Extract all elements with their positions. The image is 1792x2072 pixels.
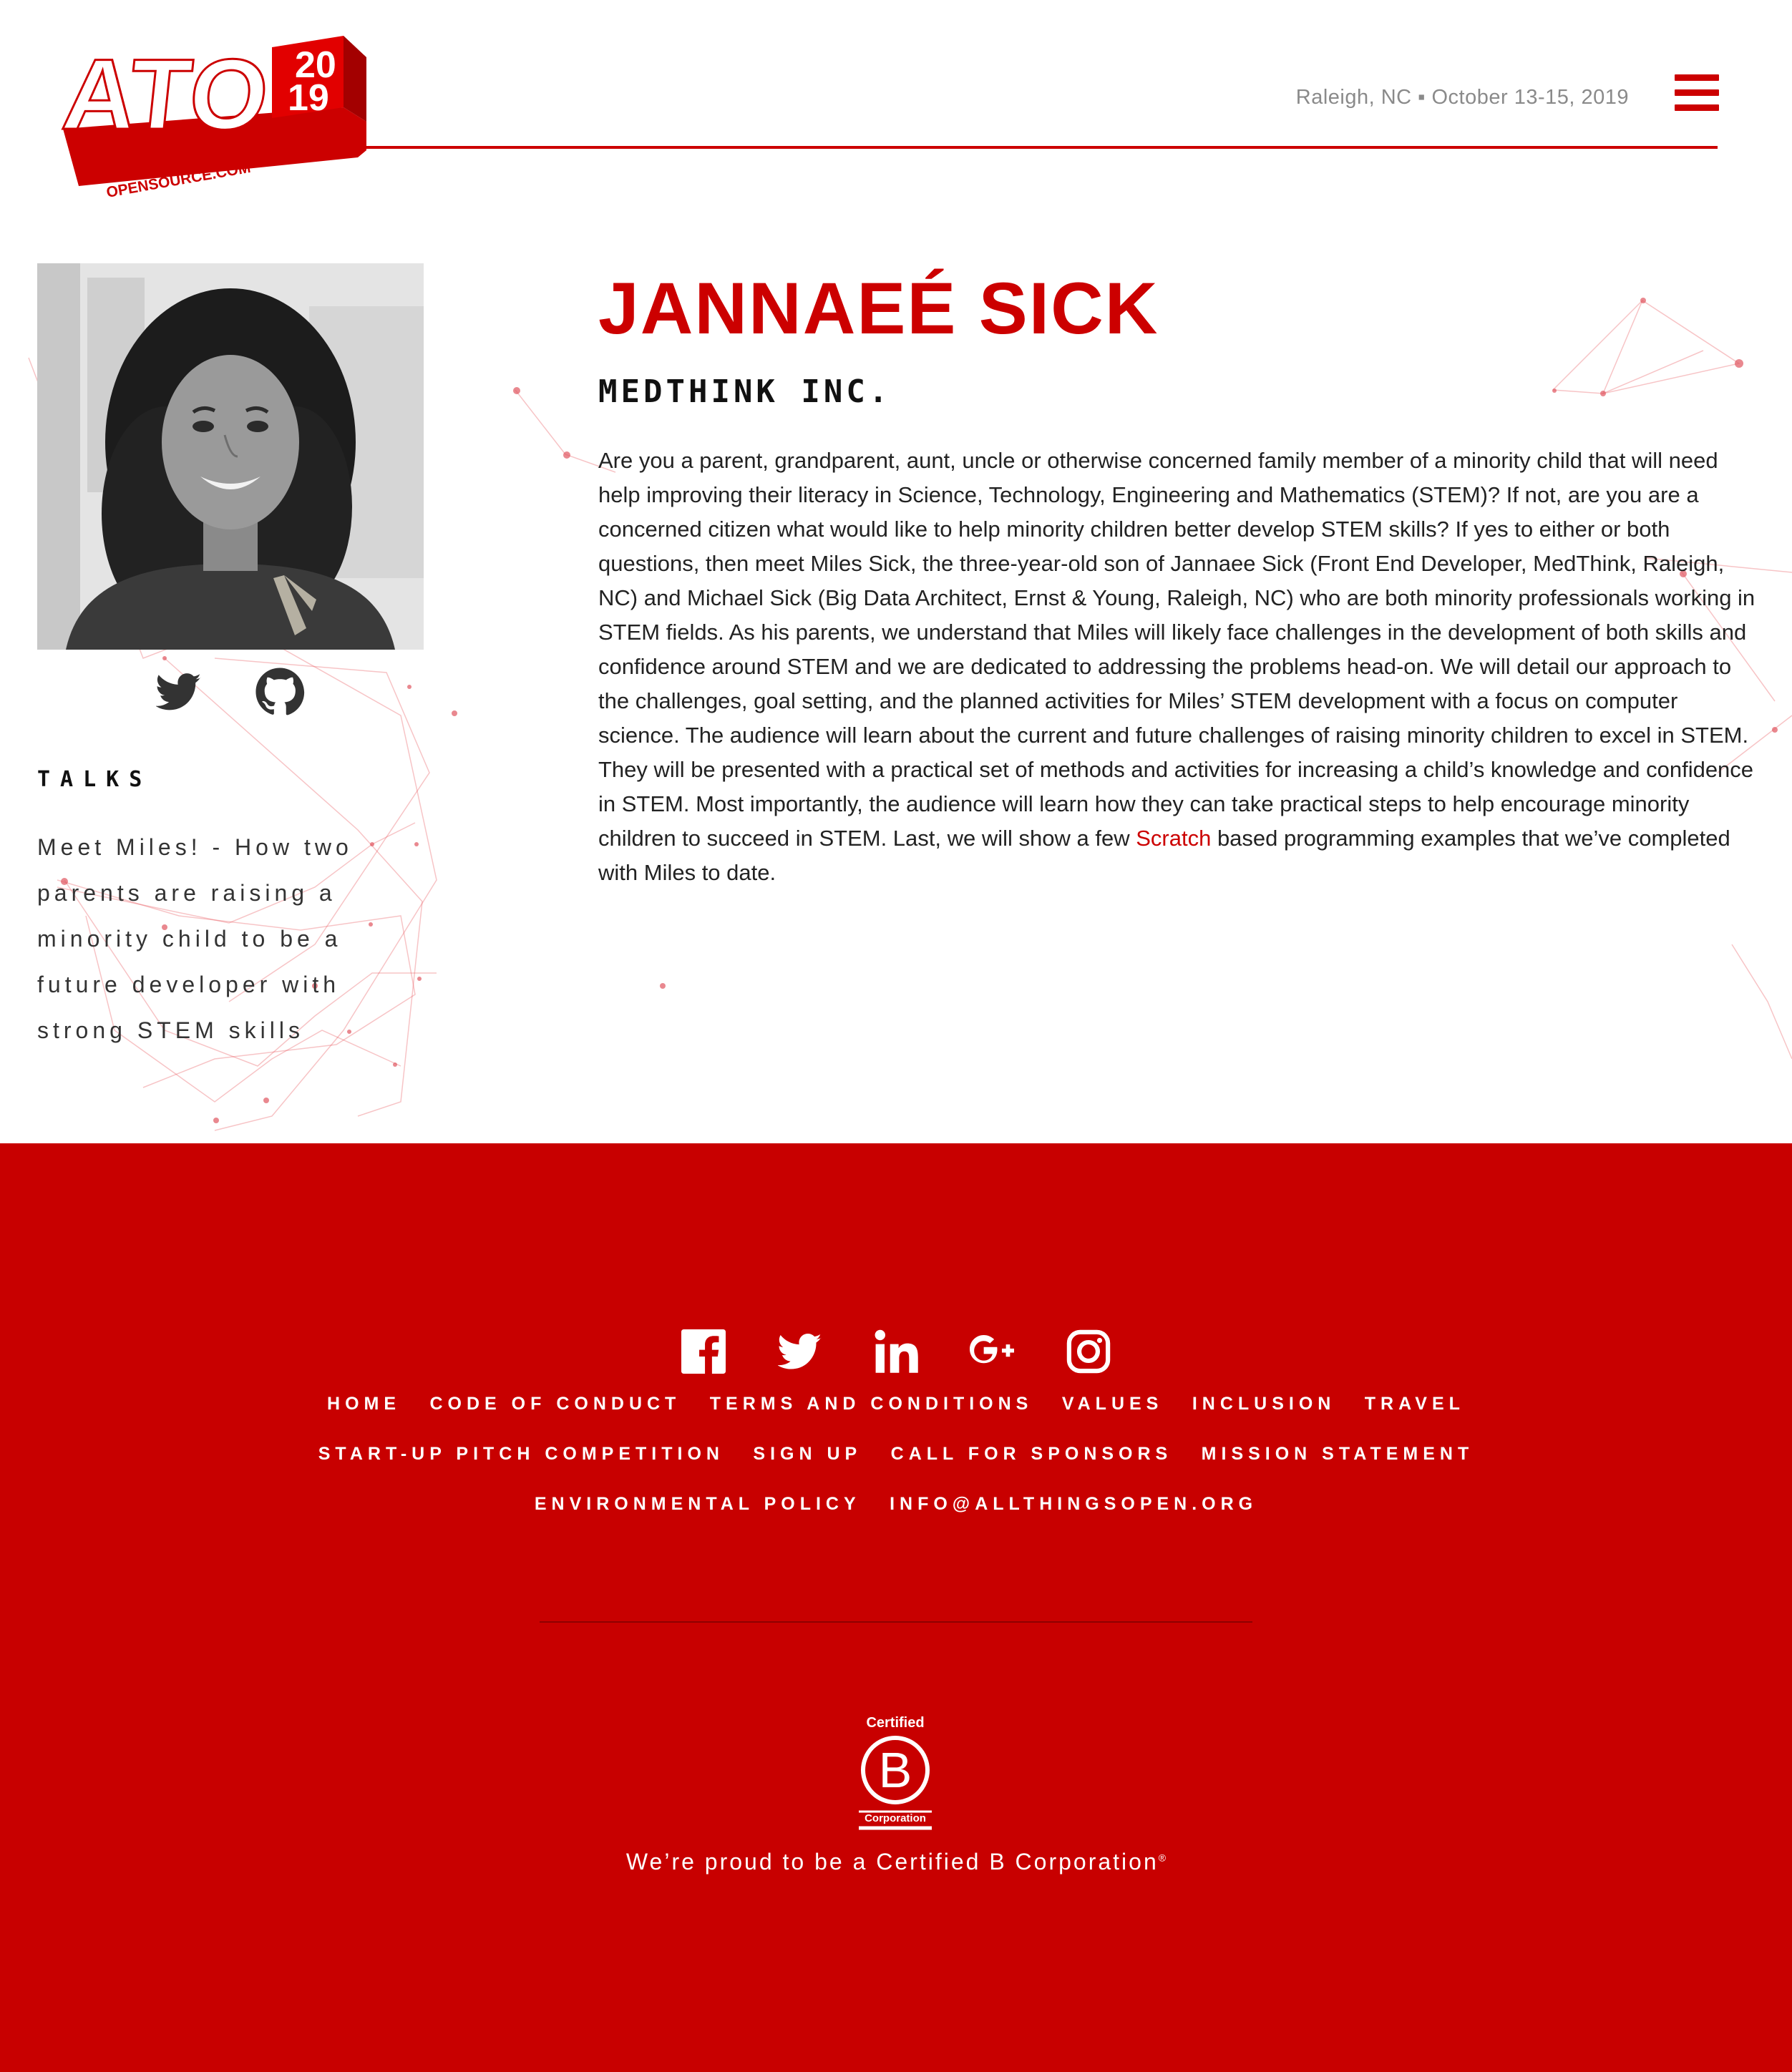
header-divider	[358, 146, 1718, 149]
bcorp-corporation-label: Corporation	[865, 1812, 926, 1824]
github-icon[interactable]	[255, 667, 305, 717]
facebook-icon[interactable]	[681, 1329, 726, 1374]
speaker-portrait	[37, 263, 424, 650]
twitter-icon[interactable]	[156, 669, 202, 715]
nav-start-up-pitch-competition[interactable]: START-UP PITCH COMPETITION	[318, 1444, 724, 1465]
site-footer: HOME CODE OF CONDUCT TERMS AND CONDITION…	[0, 1143, 1792, 2072]
talk-link[interactable]: Meet Miles! - How two parents are raisin…	[37, 824, 374, 1053]
nav-inclusion[interactable]: INCLUSION	[1192, 1394, 1336, 1414]
bcorp-caption-text: We’re proud to be a Certified B Corporat…	[625, 1849, 1159, 1875]
nav-travel[interactable]: TRAVEL	[1365, 1394, 1465, 1414]
ato-logo[interactable]: ATO 20 19 IN PARTNERSHIP WITH OPENSOURCE…	[57, 21, 372, 200]
menu-bar	[1675, 89, 1719, 96]
speaker-bio: Are you a parent, grandparent, aunt, unc…	[598, 444, 1758, 890]
speaker-photo	[37, 263, 424, 650]
bcorp-caption: We’re proud to be a Certified B Corporat…	[0, 1849, 1792, 1875]
twitter-icon[interactable]	[777, 1329, 822, 1374]
logo-text: ATO	[58, 38, 273, 150]
scratch-link[interactable]: Scratch	[1136, 826, 1211, 851]
site-header: ATO 20 19 IN PARTNERSHIP WITH OPENSOURCE…	[0, 0, 1792, 200]
logo-year-bottom: 19	[288, 77, 329, 119]
nav-mission-statement[interactable]: MISSION STATEMENT	[1202, 1444, 1474, 1465]
bio-text: Are you a parent, grandparent, aunt, unc…	[598, 448, 1756, 851]
google-plus-icon[interactable]	[970, 1329, 1015, 1374]
menu-bar	[1675, 104, 1719, 111]
instagram-icon[interactable]	[1066, 1329, 1111, 1374]
footer-nav-row-2: START-UP PITCH COMPETITION SIGN UP CALL …	[0, 1444, 1792, 1465]
nav-code-of-conduct[interactable]: CODE OF CONDUCT	[430, 1394, 681, 1414]
hamburger-menu-icon[interactable]	[1675, 74, 1719, 114]
footer-nav-row-3: ENVIRONMENTAL POLICY INFO@ALLTHINGSOPEN.…	[0, 1494, 1792, 1515]
nav-sign-up[interactable]: SIGN UP	[753, 1444, 862, 1465]
footer-nav-row-1: HOME CODE OF CONDUCT TERMS AND CONDITION…	[0, 1394, 1792, 1414]
nav-values[interactable]: VALUES	[1062, 1394, 1164, 1414]
event-info: Raleigh, NC ▪ October 13-15, 2019	[1295, 86, 1629, 109]
nav-call-for-sponsors[interactable]: CALL FOR SPONSORS	[891, 1444, 1173, 1465]
logo-side	[344, 36, 366, 122]
nav-terms-and-conditions[interactable]: TERMS AND CONDITIONS	[710, 1394, 1033, 1414]
talks-heading: TALKS	[37, 767, 152, 792]
nav-home[interactable]: HOME	[327, 1394, 401, 1414]
bcorp-letter: B	[879, 1742, 912, 1798]
b-corp-logo[interactable]: Certified B Corporation	[856, 1713, 935, 1830]
registered-mark: ®	[1158, 1852, 1167, 1864]
footer-social-icons	[0, 1329, 1792, 1374]
nav-contact-email[interactable]: INFO@ALLTHINGSOPEN.ORG	[890, 1494, 1257, 1515]
speaker-name: JANNAEÉ SICK	[598, 268, 1159, 349]
menu-bar	[1675, 74, 1719, 81]
footer-divider	[540, 1621, 1252, 1623]
bcorp-certified-label: Certified	[866, 1715, 924, 1731]
nav-environmental-policy[interactable]: ENVIRONMENTAL POLICY	[535, 1494, 861, 1515]
speaker-company: MEDTHINK INC.	[598, 373, 892, 410]
linkedin-icon[interactable]	[874, 1329, 918, 1374]
